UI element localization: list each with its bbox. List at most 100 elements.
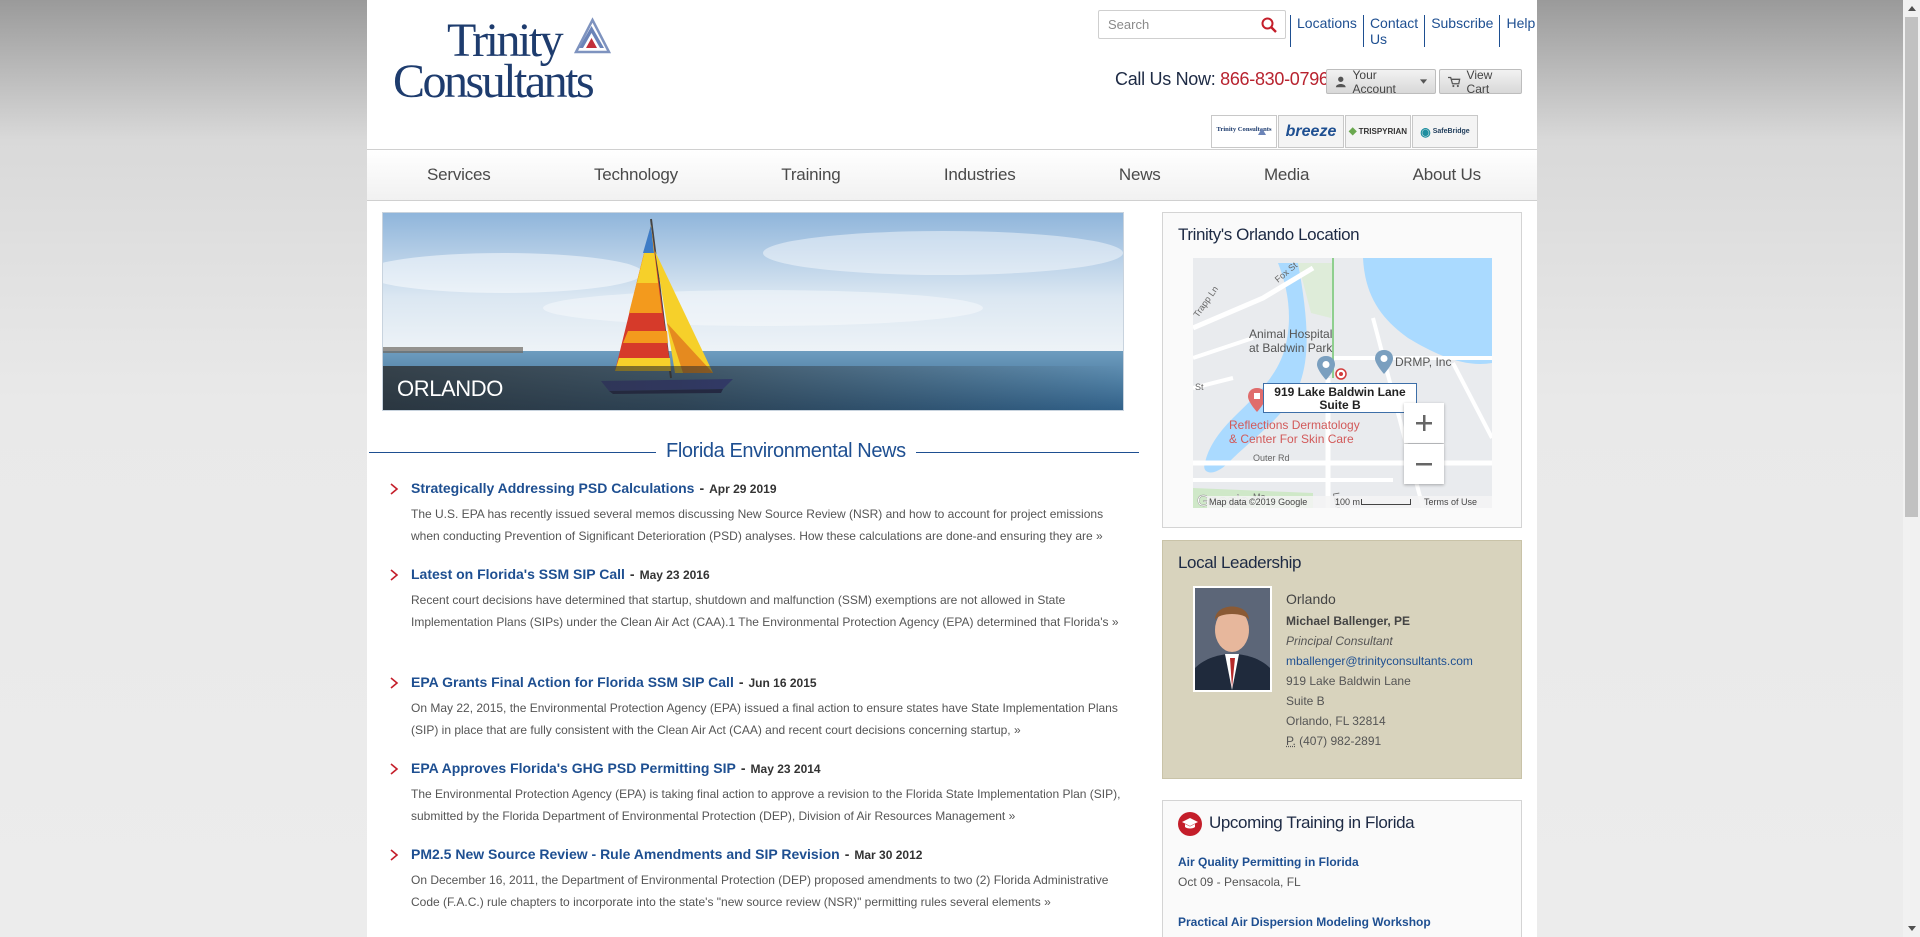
your-account-label: Your Account (1352, 67, 1396, 96)
nav-services[interactable]: Services (427, 150, 491, 200)
news-date: Jun 16 2015 (748, 676, 817, 690)
leader-photo (1193, 586, 1272, 692)
training-link[interactable]: Air Quality Permitting in Florida (1178, 855, 1359, 869)
chevron-right-icon (390, 763, 399, 775)
news-heading: Florida Environmental News (656, 440, 916, 463)
nav-technology[interactable]: Technology (594, 150, 678, 200)
scrollbar-thumb[interactable] (1905, 17, 1918, 517)
map-attribution: Map data ©2019 Google (1209, 497, 1308, 507)
page-scrollbar[interactable] (1903, 0, 1920, 937)
leader-phone-number[interactable]: (407) 982-2891 (1299, 734, 1381, 748)
user-icon (1335, 76, 1346, 88)
leader-email-link[interactable]: mballenger@trinityconsultants.com (1286, 654, 1473, 668)
search-input[interactable] (1099, 11, 1265, 38)
news-title-link[interactable]: Latest on Florida's SSM SIP Call (411, 566, 625, 582)
help-link[interactable]: Help (1499, 15, 1537, 47)
minus-icon (1416, 463, 1432, 466)
your-account-button[interactable]: Your Account (1326, 67, 1436, 96)
nav-about-us[interactable]: About Us (1413, 150, 1482, 200)
brand-trispyrian[interactable]: ◆ TRISPYRIAN (1345, 115, 1411, 148)
callout-line-2: Suite B (1319, 398, 1361, 412)
heading-rule-left (369, 452, 656, 453)
brand-safebridge-label: SafeBridge (1432, 128, 1470, 135)
brand-trinity[interactable]: Trinity Consultants (1211, 115, 1277, 148)
contact-us-link[interactable]: Contact Us (1362, 15, 1424, 47)
map-pin-icon[interactable] (1375, 350, 1393, 374)
leader-city: Orlando (1286, 591, 1336, 607)
news-title-link[interactable]: Strategically Addressing PSD Calculation… (411, 480, 694, 496)
search-icon[interactable] (1261, 17, 1277, 33)
news-title-link[interactable]: PM2.5 New Source Review - Rule Amendment… (411, 846, 840, 862)
nav-news[interactable]: News (1119, 150, 1161, 200)
chevron-right-icon (390, 483, 399, 495)
phone-label: P. (1286, 734, 1296, 748)
cart-icon (1448, 76, 1461, 87)
nav-industries[interactable]: Industries (944, 150, 1016, 200)
leader-name: Michael Ballenger, PE (1286, 614, 1411, 628)
map-label-reflections-2: & Center For Skin Care (1229, 432, 1354, 446)
nav-training[interactable]: Training (781, 150, 840, 200)
trinity-logo[interactable]: Trinity Consultants (393, 12, 639, 108)
globe-icon: ◉ (1420, 124, 1431, 139)
map-scale-label: 100 m (1335, 497, 1361, 507)
chevron-right-icon (390, 569, 399, 581)
brand-breeze-label: breeze (1285, 122, 1337, 140)
news-summary: The U.S. EPA has recently issued several… (411, 507, 1104, 543)
news-section-heading: Florida Environmental News (369, 440, 1139, 464)
training-panel: Upcoming Training in Florida Air Quality… (1162, 800, 1522, 937)
subscribe-link[interactable]: Subscribe (1424, 15, 1499, 47)
scroll-up-arrow-icon[interactable] (1903, 0, 1920, 17)
training-detail: Oct 09 - Pensacola, FL (1178, 875, 1301, 889)
training-link[interactable]: Practical Air Dispersion Modeling Worksh… (1178, 915, 1431, 929)
leader-address-line-3: Orlando, FL 32814 (1286, 714, 1386, 728)
zoom-in-button[interactable] (1404, 403, 1444, 443)
leader-phone: P. (407) 982-2891 (1286, 734, 1381, 748)
map-label-reflections-1: Reflections Dermatology (1229, 418, 1360, 432)
call-label: Call Us Now: (1115, 69, 1216, 89)
nav-media[interactable]: Media (1264, 150, 1310, 200)
map-label-animal-1: Animal Hospital (1249, 327, 1332, 341)
office-marker-icon[interactable] (1335, 368, 1347, 380)
news-summary: On May 22, 2015, the Environmental Prote… (411, 701, 1118, 737)
plus-icon (1416, 415, 1432, 431)
page: Trinity Consultants Locations Contact Us… (367, 0, 1537, 937)
hero-label-bar: ORLANDO (383, 366, 1123, 410)
news-date: Apr 29 2019 (709, 482, 777, 496)
training-title: Upcoming Training in Florida (1209, 813, 1415, 832)
leaf-icon: ◆ (1348, 126, 1357, 137)
locations-link[interactable]: Locations (1290, 15, 1363, 47)
scroll-down-arrow-icon[interactable] (1903, 920, 1920, 937)
news-date: May 23 2016 (639, 568, 710, 582)
map-label-drmp: DRMP, Inc (1395, 355, 1451, 369)
news-summary: Recent court decisions have determined t… (411, 593, 1119, 629)
map-address-callout: 919 Lake Baldwin Lane Suite B (1263, 383, 1417, 413)
news-title-link[interactable]: EPA Approves Florida's GHG PSD Permittin… (411, 760, 736, 776)
location-map[interactable]: Fox St Trapp Ln Animal Hospital at Baldw… (1193, 258, 1492, 508)
brand-tabs: Trinity Consultants breeze ◆ TRISPYRIAN … (1211, 115, 1479, 148)
map-label-st: St (1195, 382, 1204, 392)
map-label-animal-2: at Baldwin Park (1249, 341, 1333, 355)
hero-banner: ORLANDO (382, 212, 1124, 411)
leader-role: Principal Consultant (1286, 634, 1393, 648)
map-terms-link[interactable]: Terms of Use (1424, 496, 1477, 508)
zoom-out-button[interactable] (1404, 444, 1444, 484)
view-cart-button[interactable]: View Cart (1439, 68, 1522, 96)
brand-breeze[interactable]: breeze (1278, 115, 1344, 148)
leader-address-line-2: Suite B (1286, 694, 1325, 708)
chevron-right-icon (390, 677, 399, 689)
map-pin-icon[interactable] (1317, 356, 1335, 380)
news-title-link[interactable]: EPA Grants Final Action for Florida SSM … (411, 674, 734, 690)
news-summary: On December 16, 2011, the Department of … (411, 873, 1109, 909)
news-date: Mar 30 2012 (854, 848, 923, 862)
map-attribution-bar: Map data ©2019 Google 100 m Terms of Use (1207, 496, 1492, 508)
caret-down-icon (1419, 78, 1427, 84)
phone-number[interactable]: 866-830-0796 (1220, 69, 1329, 89)
graduation-cap-icon (1178, 812, 1202, 836)
top-links: Locations Contact Us Subscribe Help (1290, 15, 1537, 47)
chevron-right-icon (390, 849, 399, 861)
call-us: Call Us Now: 866-830-0796 (1115, 69, 1329, 90)
search-box (1098, 10, 1286, 39)
brand-safebridge[interactable]: ◉ SafeBridge (1412, 115, 1478, 148)
map-label-outer: Outer Rd (1253, 453, 1290, 463)
trinity-mini-logo: Trinity Consultants (1216, 126, 1272, 135)
